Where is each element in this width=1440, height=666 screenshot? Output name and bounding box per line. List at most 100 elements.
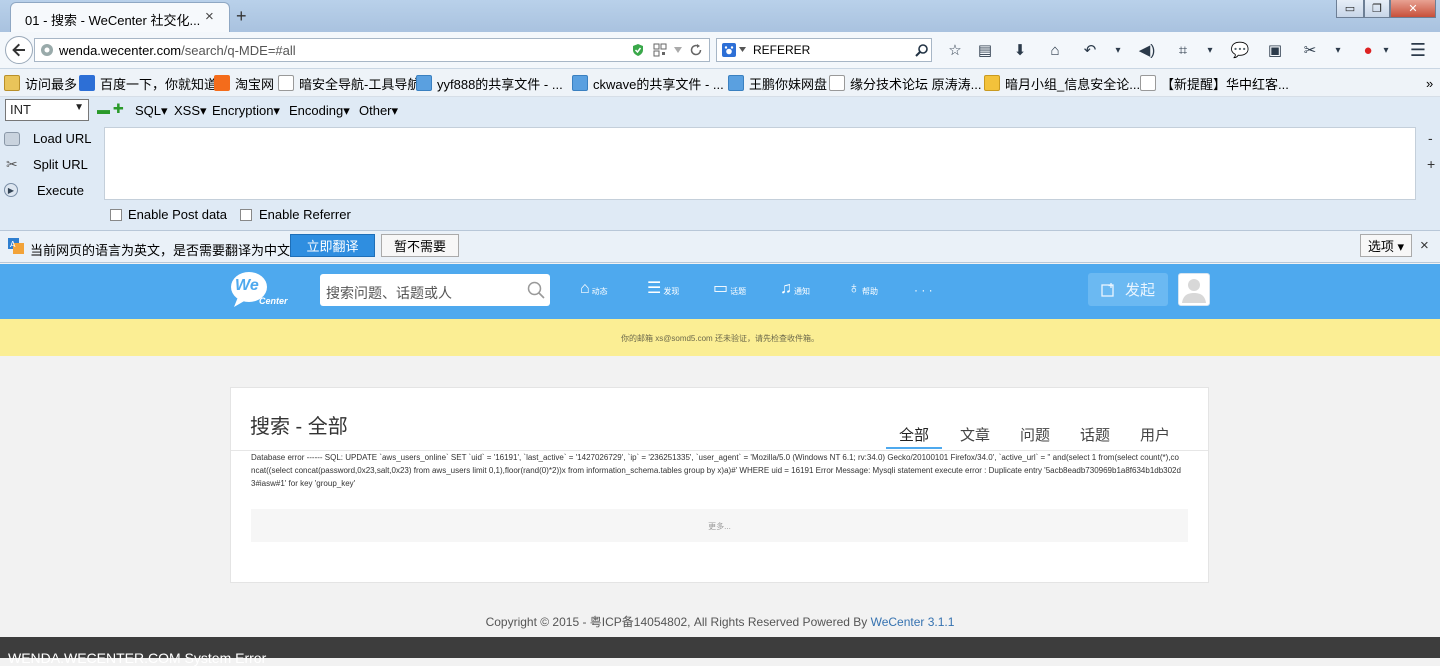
no-translate-button[interactable]: 暂不需要 bbox=[381, 234, 459, 257]
bookmark-yuanfen[interactable]: 缘分技术论坛 原涛涛... bbox=[829, 74, 981, 92]
nav-topics[interactable]: ▭ 话题 bbox=[713, 281, 746, 297]
translate-close-icon[interactable]: × bbox=[1420, 237, 1429, 254]
tab-questions[interactable]: 问题 bbox=[1020, 424, 1050, 445]
bell-icon: ♫ bbox=[780, 280, 792, 297]
reload-icon[interactable] bbox=[689, 43, 703, 57]
avatar[interactable] bbox=[1178, 273, 1210, 306]
undo-icon[interactable]: ↶ bbox=[1080, 40, 1100, 60]
nav-activity[interactable]: ⌂ 动态 bbox=[580, 281, 608, 297]
tab-all[interactable]: 全部 bbox=[899, 424, 929, 445]
increase-icon[interactable]: ✚ bbox=[113, 101, 124, 117]
footer-copyright: Copyright © 2015 - 粤ICP备14054802, All Ri… bbox=[485, 615, 871, 629]
addon-dropdown-icon[interactable]: ▾ bbox=[1376, 40, 1396, 60]
qr-code-icon[interactable] bbox=[653, 43, 667, 57]
tab-users[interactable]: 用户 bbox=[1140, 424, 1170, 445]
crop-icon[interactable]: ⌗ bbox=[1173, 40, 1193, 60]
system-error-title: WENDA.WECENTER.COM System Error bbox=[8, 650, 267, 666]
wecenter-logo[interactable]: We Center bbox=[230, 270, 292, 310]
load-url-button[interactable]: Load URL bbox=[33, 131, 92, 146]
addon-icon[interactable]: ● bbox=[1358, 40, 1378, 60]
screenshot-icon[interactable]: ✂ bbox=[1300, 40, 1320, 60]
url-textarea[interactable] bbox=[104, 127, 1416, 200]
type-select[interactable]: INT ▼ bbox=[5, 99, 89, 121]
translate-options-button[interactable]: 选项 ▾ bbox=[1360, 234, 1412, 257]
speaker-icon[interactable]: ◀) bbox=[1137, 40, 1157, 60]
shield-icon[interactable] bbox=[631, 43, 645, 57]
site-search-input[interactable]: 搜索问题、话题或人 bbox=[320, 274, 550, 306]
nav-notifications[interactable]: ♫ 通知 bbox=[780, 281, 810, 297]
menu-encoding[interactable]: Encoding▾ bbox=[289, 103, 350, 119]
url-bar[interactable]: wenda.wecenter.com/search/q-MDE=#all bbox=[34, 38, 710, 62]
home-icon[interactable]: ⌂ bbox=[1045, 40, 1065, 60]
reader-icon[interactable]: ▣ bbox=[1265, 40, 1285, 60]
post-data-checkbox[interactable] bbox=[110, 209, 122, 221]
tab-close-icon[interactable]: × bbox=[205, 8, 214, 25]
search-input[interactable]: REFERER bbox=[753, 43, 810, 57]
reading-list-icon[interactable]: ▤ bbox=[975, 40, 995, 60]
chat-icon[interactable]: 💬 bbox=[1230, 40, 1250, 60]
menu-icon[interactable]: ☰ bbox=[1408, 40, 1428, 60]
home-icon: ⌂ bbox=[580, 280, 590, 297]
shrink-textarea-button[interactable]: - bbox=[1428, 130, 1433, 146]
bookmark-anquan-nav[interactable]: 暗安全导航-工具导航 bbox=[278, 74, 420, 92]
bookmark-star-icon[interactable]: ☆ bbox=[945, 40, 965, 60]
tab-articles[interactable]: 文章 bbox=[960, 424, 990, 445]
taobao-icon bbox=[214, 75, 230, 91]
bookmark-huazhong[interactable]: 【新提醒】华中红客... bbox=[1140, 74, 1289, 92]
referrer-checkbox[interactable] bbox=[240, 209, 252, 221]
browser-tab[interactable]: 01 - 搜索 - WeCenter 社交化... × bbox=[10, 2, 230, 32]
minimize-button[interactable]: ▭ bbox=[1336, 0, 1364, 18]
bookmark-most-visited[interactable]: 访问最多 bbox=[4, 74, 77, 92]
dropdown-arrow-icon[interactable] bbox=[673, 45, 683, 55]
menu-sql[interactable]: SQL▾ bbox=[135, 103, 168, 119]
publish-button[interactable]: 发起 bbox=[1088, 273, 1168, 306]
chevron-down-icon: ▼ bbox=[74, 102, 84, 113]
menu-other[interactable]: Other▾ bbox=[359, 103, 398, 119]
tab-topics[interactable]: 话题 bbox=[1080, 424, 1110, 445]
scissors-icon: ✂ bbox=[6, 156, 18, 172]
grow-textarea-button[interactable]: + bbox=[1427, 156, 1435, 172]
menu-xss[interactable]: XSS▾ bbox=[174, 103, 207, 119]
active-tab-indicator bbox=[886, 447, 942, 449]
new-tab-button[interactable]: + bbox=[236, 6, 247, 27]
search-icon[interactable] bbox=[915, 43, 929, 57]
split-url-button[interactable]: Split URL bbox=[33, 157, 88, 172]
nav-more-icon[interactable]: · · · bbox=[914, 283, 933, 297]
menu-encryption[interactable]: Encryption▾ bbox=[212, 103, 280, 119]
page-title: 搜索 - 全部 bbox=[250, 416, 348, 438]
undo-dropdown-icon[interactable]: ▾ bbox=[1108, 40, 1128, 60]
back-button[interactable] bbox=[5, 36, 33, 64]
search-icon[interactable] bbox=[527, 281, 545, 299]
referrer-label: Enable Referrer bbox=[259, 207, 351, 222]
download-icon[interactable]: ⬇ bbox=[1010, 40, 1030, 60]
load-more-button[interactable]: 更多... bbox=[251, 509, 1188, 542]
bookmarks-toolbar: 访问最多 百度一下，你就知道 淘宝网 暗安全导航-工具导航 yyf888的共享文… bbox=[0, 69, 1440, 97]
translate-now-button[interactable]: 立即翻译 bbox=[290, 234, 375, 257]
bookmark-taobao[interactable]: 淘宝网 bbox=[214, 74, 274, 92]
logo-subtext: Center bbox=[259, 296, 288, 306]
url-path: /search/q-MDE=#all bbox=[181, 43, 296, 58]
screenshot-dropdown-icon[interactable]: ▾ bbox=[1328, 40, 1348, 60]
nav-help[interactable]: ♁ 帮助 bbox=[848, 281, 878, 297]
crop-dropdown-icon[interactable]: ▾ bbox=[1200, 40, 1220, 60]
search-bar[interactable]: REFERER bbox=[716, 38, 932, 62]
load-url-icon bbox=[4, 132, 20, 146]
baidu-paw-icon[interactable] bbox=[722, 43, 736, 57]
restore-button[interactable]: ❐ bbox=[1364, 0, 1390, 18]
bookmarks-overflow-button[interactable]: » bbox=[1426, 74, 1433, 92]
globe-icon bbox=[41, 44, 53, 56]
execute-button[interactable]: Execute bbox=[37, 183, 84, 198]
engine-dropdown-icon[interactable] bbox=[739, 47, 746, 52]
url-text[interactable]: wenda.wecenter.com/search/q-MDE=#all bbox=[59, 43, 296, 58]
bookmark-yyf888[interactable]: yyf888的共享文件 - ... bbox=[416, 74, 563, 92]
decrease-icon[interactable]: ▬ bbox=[97, 102, 110, 117]
window-close-button[interactable]: ✕ bbox=[1390, 0, 1436, 18]
footer-wecenter-link[interactable]: WeCenter 3.1.1 bbox=[871, 615, 955, 629]
svg-text:A: A bbox=[10, 240, 16, 249]
bookmark-baidu[interactable]: 百度一下，你就知道 bbox=[79, 74, 217, 92]
bookmark-wangpeng[interactable]: 王鹏你妹网盘 bbox=[728, 74, 827, 92]
bookmark-anyue[interactable]: 暗月小组_信息安全论... bbox=[984, 74, 1140, 92]
nav-discover[interactable]: ☰ 发现 bbox=[647, 281, 679, 297]
logo-text: We bbox=[235, 277, 259, 294]
bookmark-ckwave[interactable]: ckwave的共享文件 - ... bbox=[572, 74, 724, 92]
